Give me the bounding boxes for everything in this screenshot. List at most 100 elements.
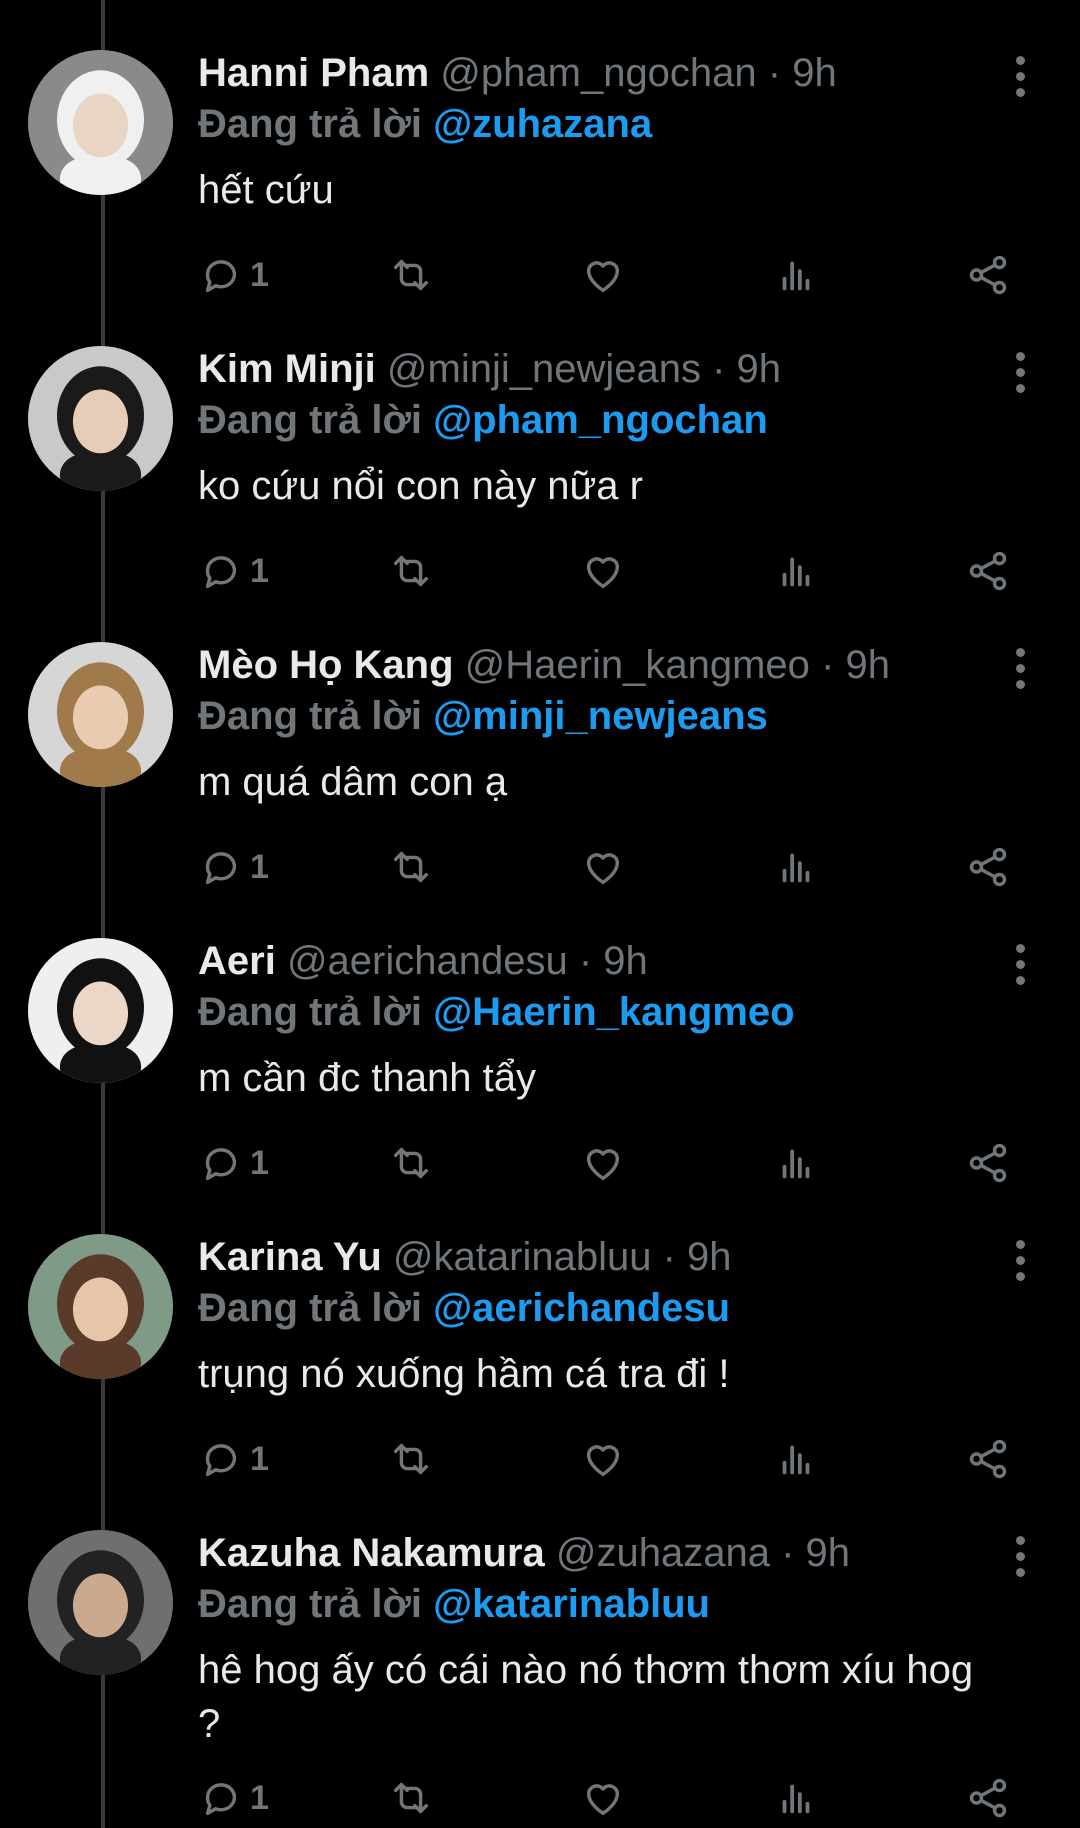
share-icon — [969, 847, 1007, 887]
reply-tweet[interactable]: Aeri @aerichandesu · 9h Đang trả lời @Ha… — [0, 888, 1080, 1184]
more-icon[interactable] — [1000, 942, 1040, 988]
handle-and-time[interactable]: @zuhazana · 9h — [556, 1531, 850, 1575]
more-icon[interactable] — [1000, 1238, 1040, 1284]
retweet-icon — [393, 259, 429, 291]
display-name[interactable]: Kim Minji — [198, 347, 376, 391]
share-icon — [969, 255, 1007, 295]
replying-to: Đang trả lời @katarinabluu — [198, 1578, 710, 1630]
like-button[interactable] — [580, 1768, 626, 1828]
reply-icon — [205, 260, 237, 293]
heart-icon — [586, 1784, 620, 1816]
views-button[interactable] — [773, 1768, 819, 1828]
tweet-text: hê hog ấy có cái nào nó thơm thơm xíu ho… — [198, 1648, 974, 1746]
heart-icon — [586, 1149, 620, 1181]
views-icon — [782, 557, 810, 587]
replying-to-label: Đang trả lời — [198, 694, 423, 738]
tweet-header: Aeri @aerichandesu · 9h — [198, 936, 960, 986]
more-icon[interactable] — [1000, 54, 1040, 100]
retweet-icon — [393, 1147, 429, 1179]
replying-to-label: Đang trả lời — [198, 990, 423, 1034]
reply-count: 1 — [250, 551, 269, 590]
tweet-header: Kazuha Nakamura @zuhazana · 9h — [198, 1528, 960, 1578]
handle-and-time[interactable]: @minji_newjeans · 9h — [387, 347, 781, 391]
reply-count: 1 — [250, 1778, 269, 1817]
reply-count: 1 — [250, 847, 269, 886]
reply-icon — [205, 1148, 237, 1181]
retweet-icon — [393, 851, 429, 883]
handle-and-time[interactable]: @aerichandesu · 9h — [287, 939, 648, 983]
views-icon — [782, 261, 810, 291]
reply-tweet[interactable]: Kazuha Nakamura @zuhazana · 9h Đang trả … — [0, 1480, 1080, 1818]
views-icon — [782, 1149, 810, 1179]
avatar[interactable] — [28, 50, 173, 195]
replying-to: Đang trả lời @minji_newjeans — [198, 690, 768, 742]
handle-and-time[interactable]: @pham_ngochan · 9h — [440, 51, 836, 95]
tweet-text: trụng nó xuống hầm cá tra đi ! — [198, 1352, 730, 1396]
display-name[interactable]: Kazuha Nakamura — [198, 1531, 545, 1575]
replying-to: Đang trả lời @pham_ngochan — [198, 394, 768, 446]
replying-to-label: Đang trả lời — [198, 1286, 423, 1330]
mention-link[interactable]: @aerichandesu — [433, 1286, 730, 1330]
tweet-header: Kim Minji @minji_newjeans · 9h — [198, 344, 960, 394]
reply-tweet[interactable]: Kim Minji @minji_newjeans · 9h Đang trả … — [0, 296, 1080, 592]
replying-to: Đang trả lời @zuhazana — [198, 98, 652, 150]
retweet-icon — [393, 555, 429, 587]
tweet-header: Hanni Pham @pham_ngochan · 9h — [198, 48, 960, 98]
views-icon — [782, 1784, 810, 1814]
reply-tweet[interactable]: Mèo Họ Kang @Haerin_kangmeo · 9h Đang tr… — [0, 592, 1080, 888]
reply-icon — [205, 556, 237, 589]
mention-link[interactable]: @zuhazana — [433, 102, 652, 146]
avatar[interactable] — [28, 642, 173, 787]
reply-count: 1 — [250, 1143, 269, 1182]
share-icon — [969, 1778, 1007, 1818]
mention-link[interactable]: @Haerin_kangmeo — [433, 990, 794, 1034]
reply-tweet[interactable]: Karina Yu @katarinabluu · 9h Đang trả lờ… — [0, 1184, 1080, 1480]
avatar[interactable] — [28, 1234, 173, 1379]
tweet-header: Mèo Họ Kang @Haerin_kangmeo · 9h — [198, 640, 960, 690]
replying-to-label: Đang trả lời — [198, 102, 423, 146]
reply-button[interactable]: 1 — [198, 1768, 269, 1828]
retweet-icon — [393, 1443, 429, 1475]
avatar[interactable] — [28, 938, 173, 1083]
views-icon — [782, 853, 810, 883]
views-icon — [782, 1445, 810, 1475]
handle-and-time[interactable]: @katarinabluu · 9h — [393, 1235, 732, 1279]
display-name[interactable]: Aeri — [198, 939, 276, 983]
mention-link[interactable]: @pham_ngochan — [433, 398, 768, 442]
more-icon[interactable] — [1000, 646, 1040, 692]
display-name[interactable]: Hanni Pham — [198, 51, 429, 95]
display-name[interactable]: Karina Yu — [198, 1235, 382, 1279]
mention-link[interactable]: @minji_newjeans — [433, 694, 768, 738]
retweet-button[interactable] — [388, 1768, 434, 1828]
tweet-text: m quá dâm con ạ — [198, 760, 508, 804]
avatar[interactable] — [28, 1530, 173, 1675]
heart-icon — [586, 557, 620, 589]
tweet-header: Karina Yu @katarinabluu · 9h — [198, 1232, 960, 1282]
heart-icon — [586, 1445, 620, 1477]
more-icon[interactable] — [1000, 1534, 1040, 1580]
tweet-text: hết cứu — [198, 168, 334, 212]
reply-count: 1 — [250, 255, 269, 294]
share-button[interactable] — [965, 1768, 1011, 1828]
replying-to: Đang trả lời @Haerin_kangmeo — [198, 986, 795, 1038]
avatar[interactable] — [28, 346, 173, 491]
more-icon[interactable] — [1000, 350, 1040, 396]
reply-icon — [205, 1444, 237, 1477]
mention-link[interactable]: @katarinabluu — [433, 1582, 710, 1626]
retweet-icon — [393, 1782, 429, 1814]
reply-icon — [205, 852, 237, 885]
reply-count: 1 — [250, 1439, 269, 1478]
tweet-text: ko cứu nổi con này nữa r — [198, 464, 643, 508]
display-name[interactable]: Mèo Họ Kang — [198, 643, 454, 687]
heart-icon — [586, 853, 620, 885]
replying-to-label: Đang trả lời — [198, 398, 423, 442]
reply-icon — [205, 1783, 237, 1816]
tweet-text: m cần đc thanh tẩy — [198, 1056, 536, 1100]
heart-icon — [586, 261, 620, 293]
share-icon — [969, 551, 1007, 591]
share-icon — [969, 1439, 1007, 1479]
share-icon — [969, 1143, 1007, 1183]
replying-to-label: Đang trả lời — [198, 1582, 423, 1626]
reply-tweet[interactable]: Hanni Pham @pham_ngochan · 9h Đang trả l… — [0, 0, 1080, 296]
handle-and-time[interactable]: @Haerin_kangmeo · 9h — [465, 643, 890, 687]
